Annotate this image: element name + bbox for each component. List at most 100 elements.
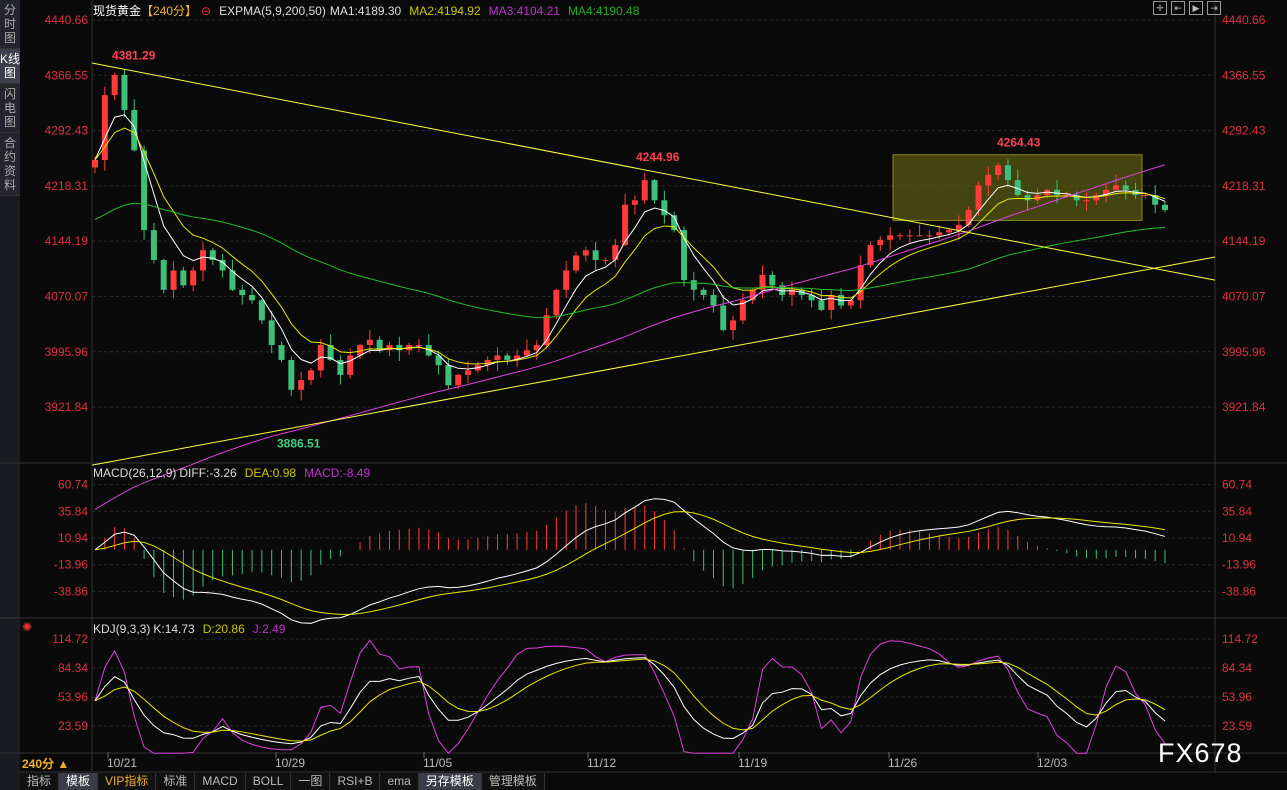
macd-value: MACD:-8.49 [304, 466, 371, 480]
candle-body [1004, 165, 1011, 181]
chart-canvas[interactable]: 4440.66 4440.66 4366.55 4366.55 4292.43 4292.… [0, 0, 1287, 790]
j-value: J:2.49 [252, 622, 286, 636]
candle-body [916, 235, 923, 237]
candle-body [700, 289, 707, 296]
candle-body [612, 245, 619, 260]
candle-body [1083, 200, 1090, 202]
symbol-name: 现货黄金 [93, 4, 142, 18]
candle-body [1162, 204, 1168, 210]
candle-body [170, 270, 177, 290]
window-tools: ✛ ⇤ ▶ ⇥ [1153, 1, 1221, 15]
candle-body [180, 270, 187, 286]
candle-body [926, 235, 933, 237]
date-label: 12/03 [1037, 756, 1067, 770]
toolbar-tab-8[interactable]: ema [380, 773, 419, 790]
k-line [94, 657, 1166, 745]
macd-header: MACD(26,12,9) DIFF:-3.26 DEA:0.98 MACD:-8.4… [93, 466, 378, 480]
candle-body [523, 350, 530, 356]
kdj-name: KDJ(9,3,3) [93, 622, 151, 636]
candle-body [1142, 195, 1149, 197]
toolbar-tab-2[interactable]: VIP指标 [98, 773, 157, 790]
toolbar-tab-10[interactable]: 管理模板 [482, 773, 545, 790]
toolbar-tab-5[interactable]: BOLL [246, 773, 292, 790]
period-selector[interactable]: 240分 ▲ [22, 755, 69, 772]
bottom-toolbar: 指标 模板 VIP指标 标准 MACD BOLL 一图 RSI+B ema 另存模板 管理模板 [20, 773, 545, 790]
candle-body [121, 74, 128, 111]
candle-body [445, 365, 452, 386]
toolbar-tab-0[interactable]: 指标 [20, 773, 60, 790]
price-annotation: 4244.96 [636, 150, 680, 164]
kdj-tick-right: 114.72 [1222, 632, 1258, 646]
kdj-tick-left: 84.34 [58, 661, 88, 675]
price-tick-right: 3921.84 [1222, 400, 1266, 414]
candle-body [720, 305, 727, 331]
date-label: 11/19 [738, 756, 767, 770]
candle-body [573, 255, 580, 271]
macd-tick-right: -38.86 [1222, 584, 1256, 598]
candle-body [465, 370, 472, 375]
candle-body [1112, 185, 1119, 190]
toolbar-tab-9[interactable]: 另存模板 [418, 773, 482, 790]
candle-body [307, 370, 314, 381]
candle-body [258, 300, 265, 321]
macd-tick-left: -38.86 [54, 584, 88, 598]
candle-body [504, 355, 511, 360]
candle-body [160, 259, 167, 290]
candle-body [455, 374, 462, 386]
macd-tick-left: 10.94 [58, 531, 88, 545]
kdj-tick-right: 23.59 [1222, 719, 1252, 733]
candle-body [553, 289, 560, 316]
candle-body [199, 250, 206, 271]
candle-body [690, 280, 697, 290]
toolbar-tab-7[interactable]: RSI+B [330, 773, 381, 790]
candle-body [239, 289, 246, 296]
macd-tick-right: 35.84 [1222, 504, 1252, 518]
candle-body [975, 185, 982, 210]
kdj-tick-left: 114.72 [52, 632, 88, 646]
price-tick-right: 4218.31 [1222, 179, 1266, 193]
toolbar-tab-4[interactable]: MACD [195, 773, 246, 790]
toolbar-tab-3[interactable]: 标准 [156, 773, 196, 790]
kdj-tick-left: 53.96 [58, 690, 88, 704]
play-icon[interactable]: ▶ [1189, 1, 1203, 15]
k-value: K:14.73 [153, 622, 195, 636]
candle-body [298, 380, 305, 390]
candle-body [92, 160, 98, 168]
price-tick-left: 3995.96 [45, 345, 89, 359]
candle-body [494, 355, 501, 360]
candle-body [415, 345, 422, 347]
price-tick-right: 4144.19 [1222, 234, 1266, 248]
candle-body [946, 230, 953, 233]
expma-label: EXPMA(5,9,200,50) [219, 4, 326, 18]
candle-body [111, 74, 118, 96]
macd-tick-left: 60.74 [58, 478, 88, 492]
candle-body [592, 250, 599, 260]
price-annotation: 3886.51 [277, 436, 321, 450]
candle-body [602, 259, 609, 261]
move-right-icon[interactable]: ⇥ [1207, 1, 1221, 15]
dea-value: DEA:0.98 [244, 466, 297, 480]
price-tick-left: 4218.31 [45, 179, 89, 193]
price-tick-left: 4440.66 [45, 13, 89, 27]
price-tick-left: 4070.07 [45, 289, 89, 303]
candle-body [985, 174, 992, 186]
candle-body [386, 345, 393, 351]
candle-body [661, 200, 668, 216]
crosshair-icon[interactable]: ✛ [1153, 1, 1167, 15]
candle-body [828, 295, 835, 310]
date-label: 10/29 [275, 756, 305, 770]
diff-line [94, 498, 1166, 624]
candle-body [710, 295, 717, 306]
candle-body [641, 180, 648, 201]
macd-tick-left: -13.96 [54, 558, 88, 572]
toolbar-tab-6[interactable]: 一图 [291, 773, 331, 790]
kdj-tick-left: 23.59 [58, 719, 88, 733]
settings-icon[interactable]: ⊖ [201, 4, 211, 18]
price-tick-left: 3921.84 [45, 400, 89, 414]
kdj-settings-icon[interactable]: ✺ [22, 620, 32, 634]
zoom-left-icon[interactable]: ⇤ [1171, 1, 1185, 15]
macd-tick-right: -13.96 [1222, 558, 1256, 572]
toolbar-tab-1[interactable]: 模板 [59, 773, 99, 790]
fx678-logo: FX678 [1158, 738, 1243, 768]
candle-body [877, 239, 884, 246]
